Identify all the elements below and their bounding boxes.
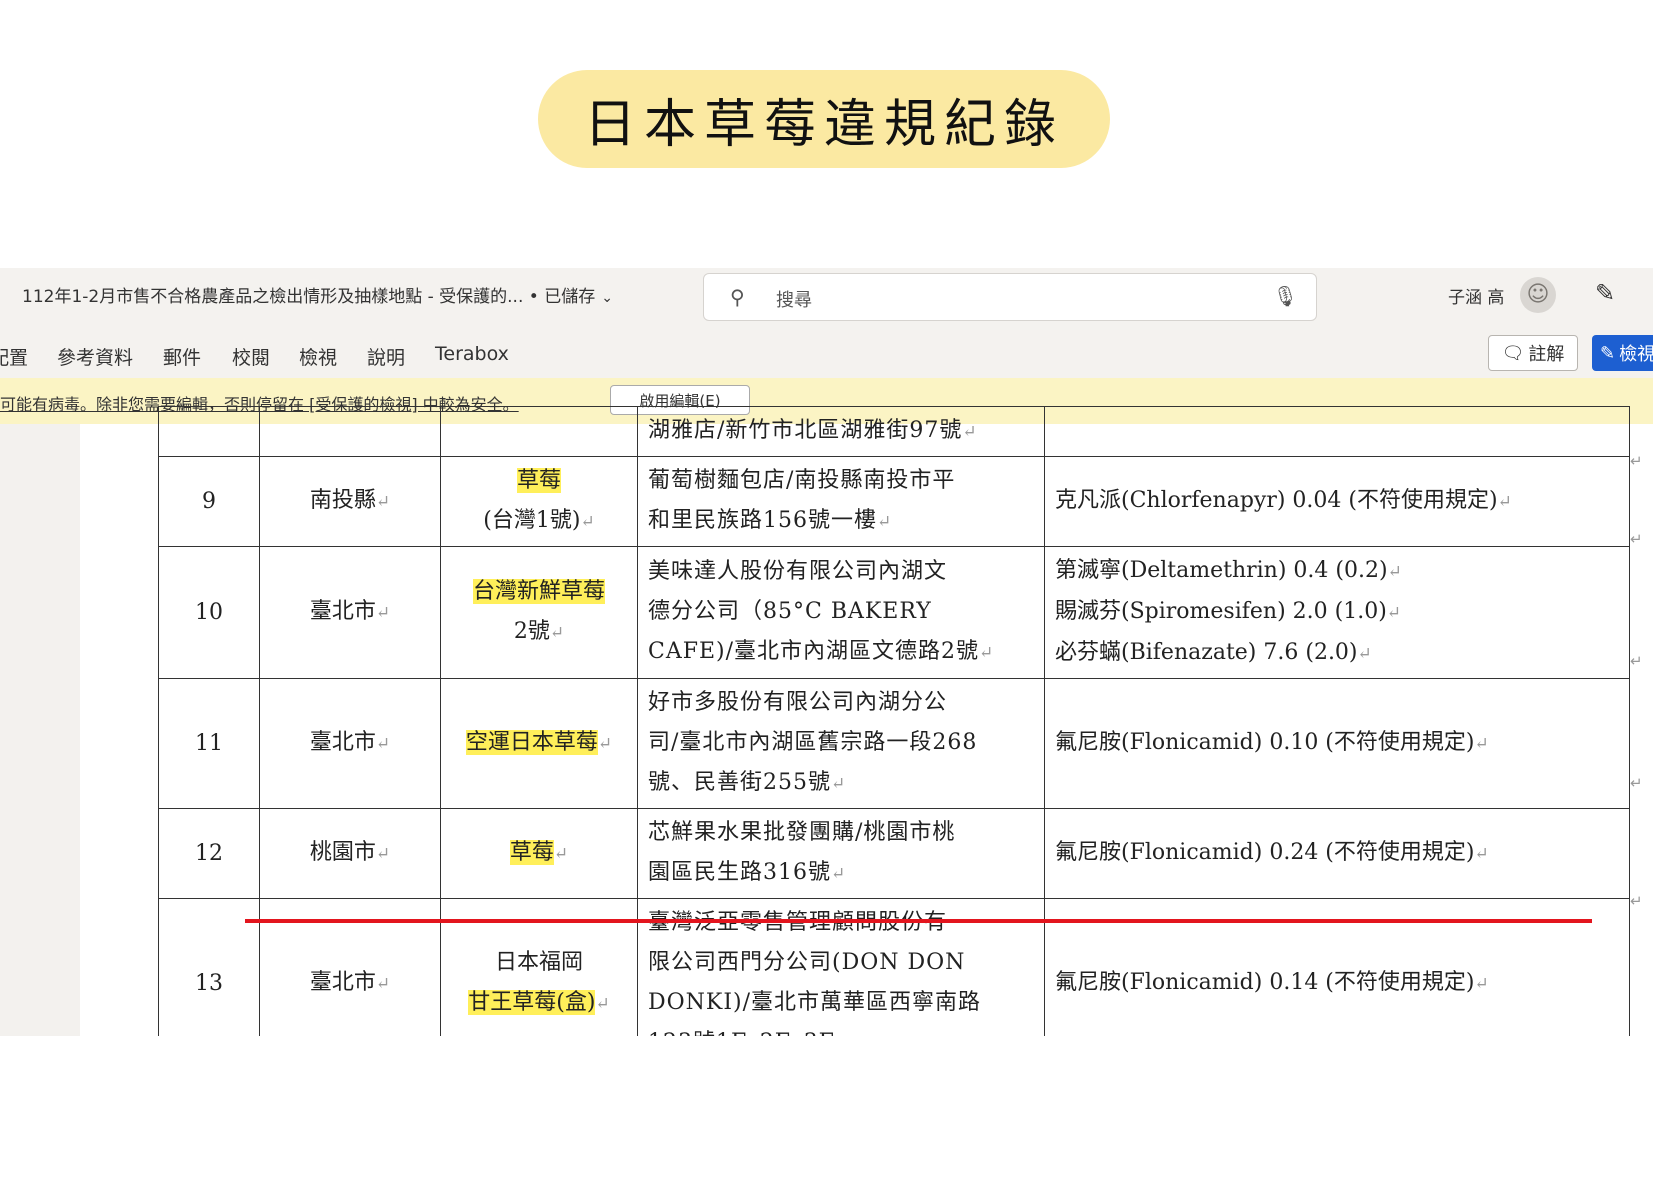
comment-icon: 🗨 — [1501, 342, 1525, 364]
product-cell: 草莓↵ — [440, 808, 638, 899]
result-cell: 第滅寧(Deltamethrin) 0.4 (0.2)↵ 賜滅芬(Spiromes… — [1044, 546, 1630, 679]
result-cell: 克凡派(Chlorfenapyr) 0.04 (不符使用規定)↵ — [1044, 456, 1630, 547]
document-page[interactable]: 湖雅店/新竹市北區湖雅街97號↵ 9 南投縣↵ 草莓 (台灣1號)↵ 葡萄樹麵包店/南投… — [80, 406, 1653, 1036]
table-row: 9 南投縣↵ 草莓 (台灣1號)↵ 葡萄樹麵包店/南投縣南投市平 和里民族路156號一樓↵… — [158, 456, 1630, 547]
store-cell: 美味達人股份有限公司內湖文 德分公司（85°C BAKERY CAFE)/臺北市內湖… — [637, 546, 1045, 679]
store-cell: 芯鮮果水果批發團購/桃園市桃 園區民生路316號↵ — [637, 808, 1045, 899]
title-bar: 112年1-2月市售不合格農產品之檢出情形及抽樣地點 - 受保護的... • 已… — [0, 268, 1653, 330]
comments-button[interactable]: 🗨 註解 — [1488, 335, 1578, 371]
document-area: 湖雅店/新竹市北區湖雅街97號↵ 9 南投縣↵ 草莓 (台灣1號)↵ 葡萄樹麵包店/南投… — [0, 406, 1653, 1036]
tab-references[interactable]: 參考資料 — [57, 343, 133, 370]
county-cell: 桃園市↵ — [259, 808, 441, 899]
row-number-cell: 9 — [158, 456, 260, 547]
tab-mailings[interactable]: 郵件 — [163, 343, 201, 370]
editing-mode-label: 檢視 — [1619, 344, 1653, 365]
search-box[interactable]: ⚲ 搜尋 🎙 — [703, 273, 1317, 321]
paragraph-mark: ↵ — [1630, 774, 1643, 792]
avatar[interactable]: ☺ — [1520, 277, 1556, 313]
result-cell: 氟尼胺(Flonicamid) 0.10 (不符使用規定)↵ — [1044, 678, 1630, 809]
tab-view[interactable]: 檢視 — [299, 343, 337, 370]
table-row: 11 臺北市↵ 空運日本草莓↵ 好市多股份有限公司內湖分公 司/臺北市內湖區舊宗路一段2… — [158, 678, 1630, 809]
pencil-icon: ✎ — [1600, 342, 1616, 364]
county-cell: 臺北市↵ — [259, 678, 441, 809]
store-cell: 葡萄樹麵包店/南投縣南投市平 和里民族路156號一樓↵ — [637, 456, 1045, 547]
row-number-cell: 12 — [158, 808, 260, 899]
store-cell: 湖雅店/新竹市北區湖雅街97號↵ — [637, 406, 1045, 457]
tab-help[interactable]: 說明 — [367, 343, 405, 370]
paragraph-mark: ↵ — [1630, 530, 1643, 548]
user-name[interactable]: 子涵 高 — [1448, 283, 1504, 308]
table-row: 10 臺北市↵ 台灣新鮮草莓 2號↵ 美味達人股份有限公司內湖文 德分公司（85°C BA… — [158, 546, 1630, 679]
word-screenshot: 112年1-2月市售不合格農產品之檢出情形及抽樣地點 - 受保護的... • 已… — [0, 268, 1653, 1036]
search-placeholder: 搜尋 — [776, 290, 812, 311]
document-title-text: 112年1-2月市售不合格農產品之檢出情形及抽樣地點 - 受保護的... • 已… — [22, 287, 596, 307]
paragraph-mark: ↵ — [1630, 452, 1643, 470]
microphone-icon[interactable]: 🎙 — [1273, 284, 1298, 308]
comments-label: 註解 — [1528, 344, 1565, 365]
paragraph-mark: ↵ — [1630, 892, 1643, 910]
violations-table: 湖雅店/新竹市北區湖雅街97號↵ 9 南投縣↵ 草莓 (台灣1號)↵ 葡萄樹麵包店/南投… — [158, 406, 1630, 1036]
paragraph-mark: ↵ — [1630, 652, 1643, 670]
result-cell: 氟尼胺(Flonicamid) 0.24 (不符使用規定)↵ — [1044, 808, 1630, 899]
chevron-down-icon: ⌄ — [601, 290, 613, 306]
product-cell: 草莓 (台灣1號)↵ — [440, 456, 638, 547]
pen-icon[interactable]: ✎ — [1595, 279, 1615, 307]
tab-terabox[interactable]: Terabox — [435, 343, 509, 365]
tab-layout[interactable]: 配置 — [0, 343, 28, 370]
red-underline — [245, 919, 1592, 923]
ribbon-tabs: 配置 參考資料 郵件 校閱 檢視 說明 Terabox — [0, 330, 1653, 378]
table-row: 湖雅店/新竹市北區湖雅街97號↵ — [158, 406, 1630, 457]
editing-mode-button[interactable]: ✎ 檢視 — [1592, 335, 1653, 371]
search-icon: ⚲ — [730, 285, 745, 309]
slide-title: 日本草莓違規紀錄 — [538, 70, 1110, 168]
county-cell: 南投縣↵ — [259, 456, 441, 547]
product-cell: 空運日本草莓↵ — [440, 678, 638, 809]
table-row: 12 桃園市↵ 草莓↵ 芯鮮果水果批發團購/桃園市桃 園區民生路316號↵ 氟尼胺(Flo… — [158, 808, 1630, 899]
product-cell: 台灣新鮮草莓 2號↵ — [440, 546, 638, 679]
row-number-cell: 10 — [158, 546, 260, 679]
county-cell: 臺北市↵ — [259, 546, 441, 679]
left-gutter — [0, 424, 80, 1036]
store-cell: 好市多股份有限公司內湖分公 司/臺北市內湖區舊宗路一段268 號、民善街255號↵ — [637, 678, 1045, 809]
row-number-cell: 11 — [158, 678, 260, 809]
document-title[interactable]: 112年1-2月市售不合格農產品之檢出情形及抽樣地點 - 受保護的... • 已… — [22, 282, 613, 307]
tab-review[interactable]: 校閱 — [232, 343, 270, 370]
